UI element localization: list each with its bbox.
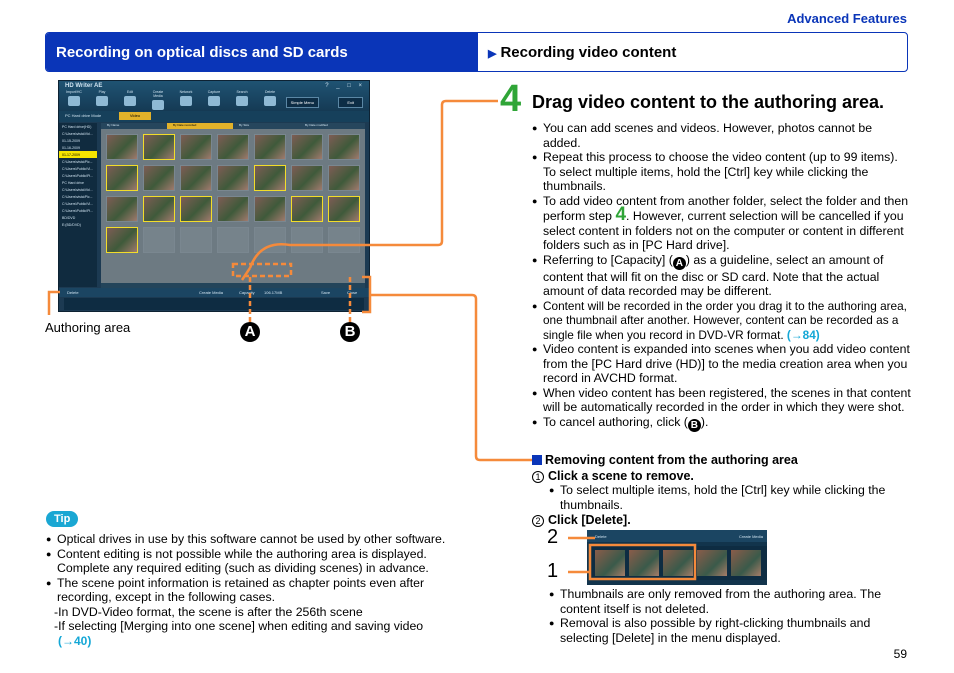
bullet: Referring to [Capacity] (A) as a guideli… (532, 253, 912, 299)
removing-connector-line (370, 293, 532, 462)
callout-a: A (240, 322, 260, 342)
step-number: 4 (500, 78, 522, 120)
square-icon (532, 455, 542, 465)
bullet: Video content is expanded into scenes wh… (532, 342, 912, 386)
tip-bullets: Optical drives in use by this software c… (46, 532, 466, 605)
callout-2: 2 (547, 526, 559, 548)
bullet: To cancel authoring, click (B). (532, 415, 912, 432)
tip-subitem: -In DVD-Video format, the scene is after… (54, 605, 363, 619)
callout-1: 1 (547, 560, 559, 582)
bullet: You can add scenes and videos. However, … (532, 121, 912, 150)
removing-heading: Removing content from the authoring area (532, 453, 798, 467)
step-bullets: You can add scenes and videos. However, … (532, 121, 912, 432)
step-title: Drag video content to the authoring area… (532, 92, 885, 112)
thumbnail[interactable] (731, 550, 761, 576)
callout-b-mark: B (687, 418, 701, 432)
bullet: Optical drives in use by this software c… (46, 532, 466, 547)
mini-create-media: Create Media (738, 534, 763, 539)
authoring-area-bracket-right (362, 275, 372, 314)
drag-arrow-line (248, 99, 498, 269)
authoring-area-label: Authoring area (45, 320, 131, 335)
bullet: To select multiple items, hold the [Ctrl… (549, 483, 909, 512)
bullet: Repeat this process to choose the video … (532, 150, 912, 194)
selected-scenes-box (588, 543, 697, 581)
tip-badge: Tip (46, 511, 79, 527)
callout-a-mark: A (672, 256, 686, 270)
callout-b: B (340, 322, 360, 342)
bullet: Thumbnails are only removed from the aut… (549, 587, 909, 616)
page-number: 59 (893, 647, 907, 661)
capacity-highlight (231, 262, 293, 278)
removing-notes: Thumbnails are only removed from the aut… (549, 587, 909, 645)
bullet: Content will be recorded in the order yo… (532, 299, 912, 343)
removing-step-1: 1 Click a scene to remove. (532, 469, 694, 483)
bullet: To add video content from another folder… (532, 194, 912, 253)
page-link-84[interactable]: (→84) (787, 328, 820, 342)
bullet: When video content has been registered, … (532, 386, 912, 415)
bullet: Removal is also possible by right-clicki… (549, 616, 909, 645)
removing-callouts (568, 536, 697, 581)
removing-step-1-bullets: To select multiple items, hold the [Ctrl… (549, 483, 909, 512)
page-link-40[interactable]: (→40) (58, 634, 91, 648)
tip-subitem: -If selecting [Merging into one scene] w… (54, 619, 424, 633)
bullet: Content editing is not possible while th… (46, 547, 466, 576)
authoring-area-bracket (47, 290, 60, 315)
bullet: The scene point information is retained … (46, 576, 466, 605)
